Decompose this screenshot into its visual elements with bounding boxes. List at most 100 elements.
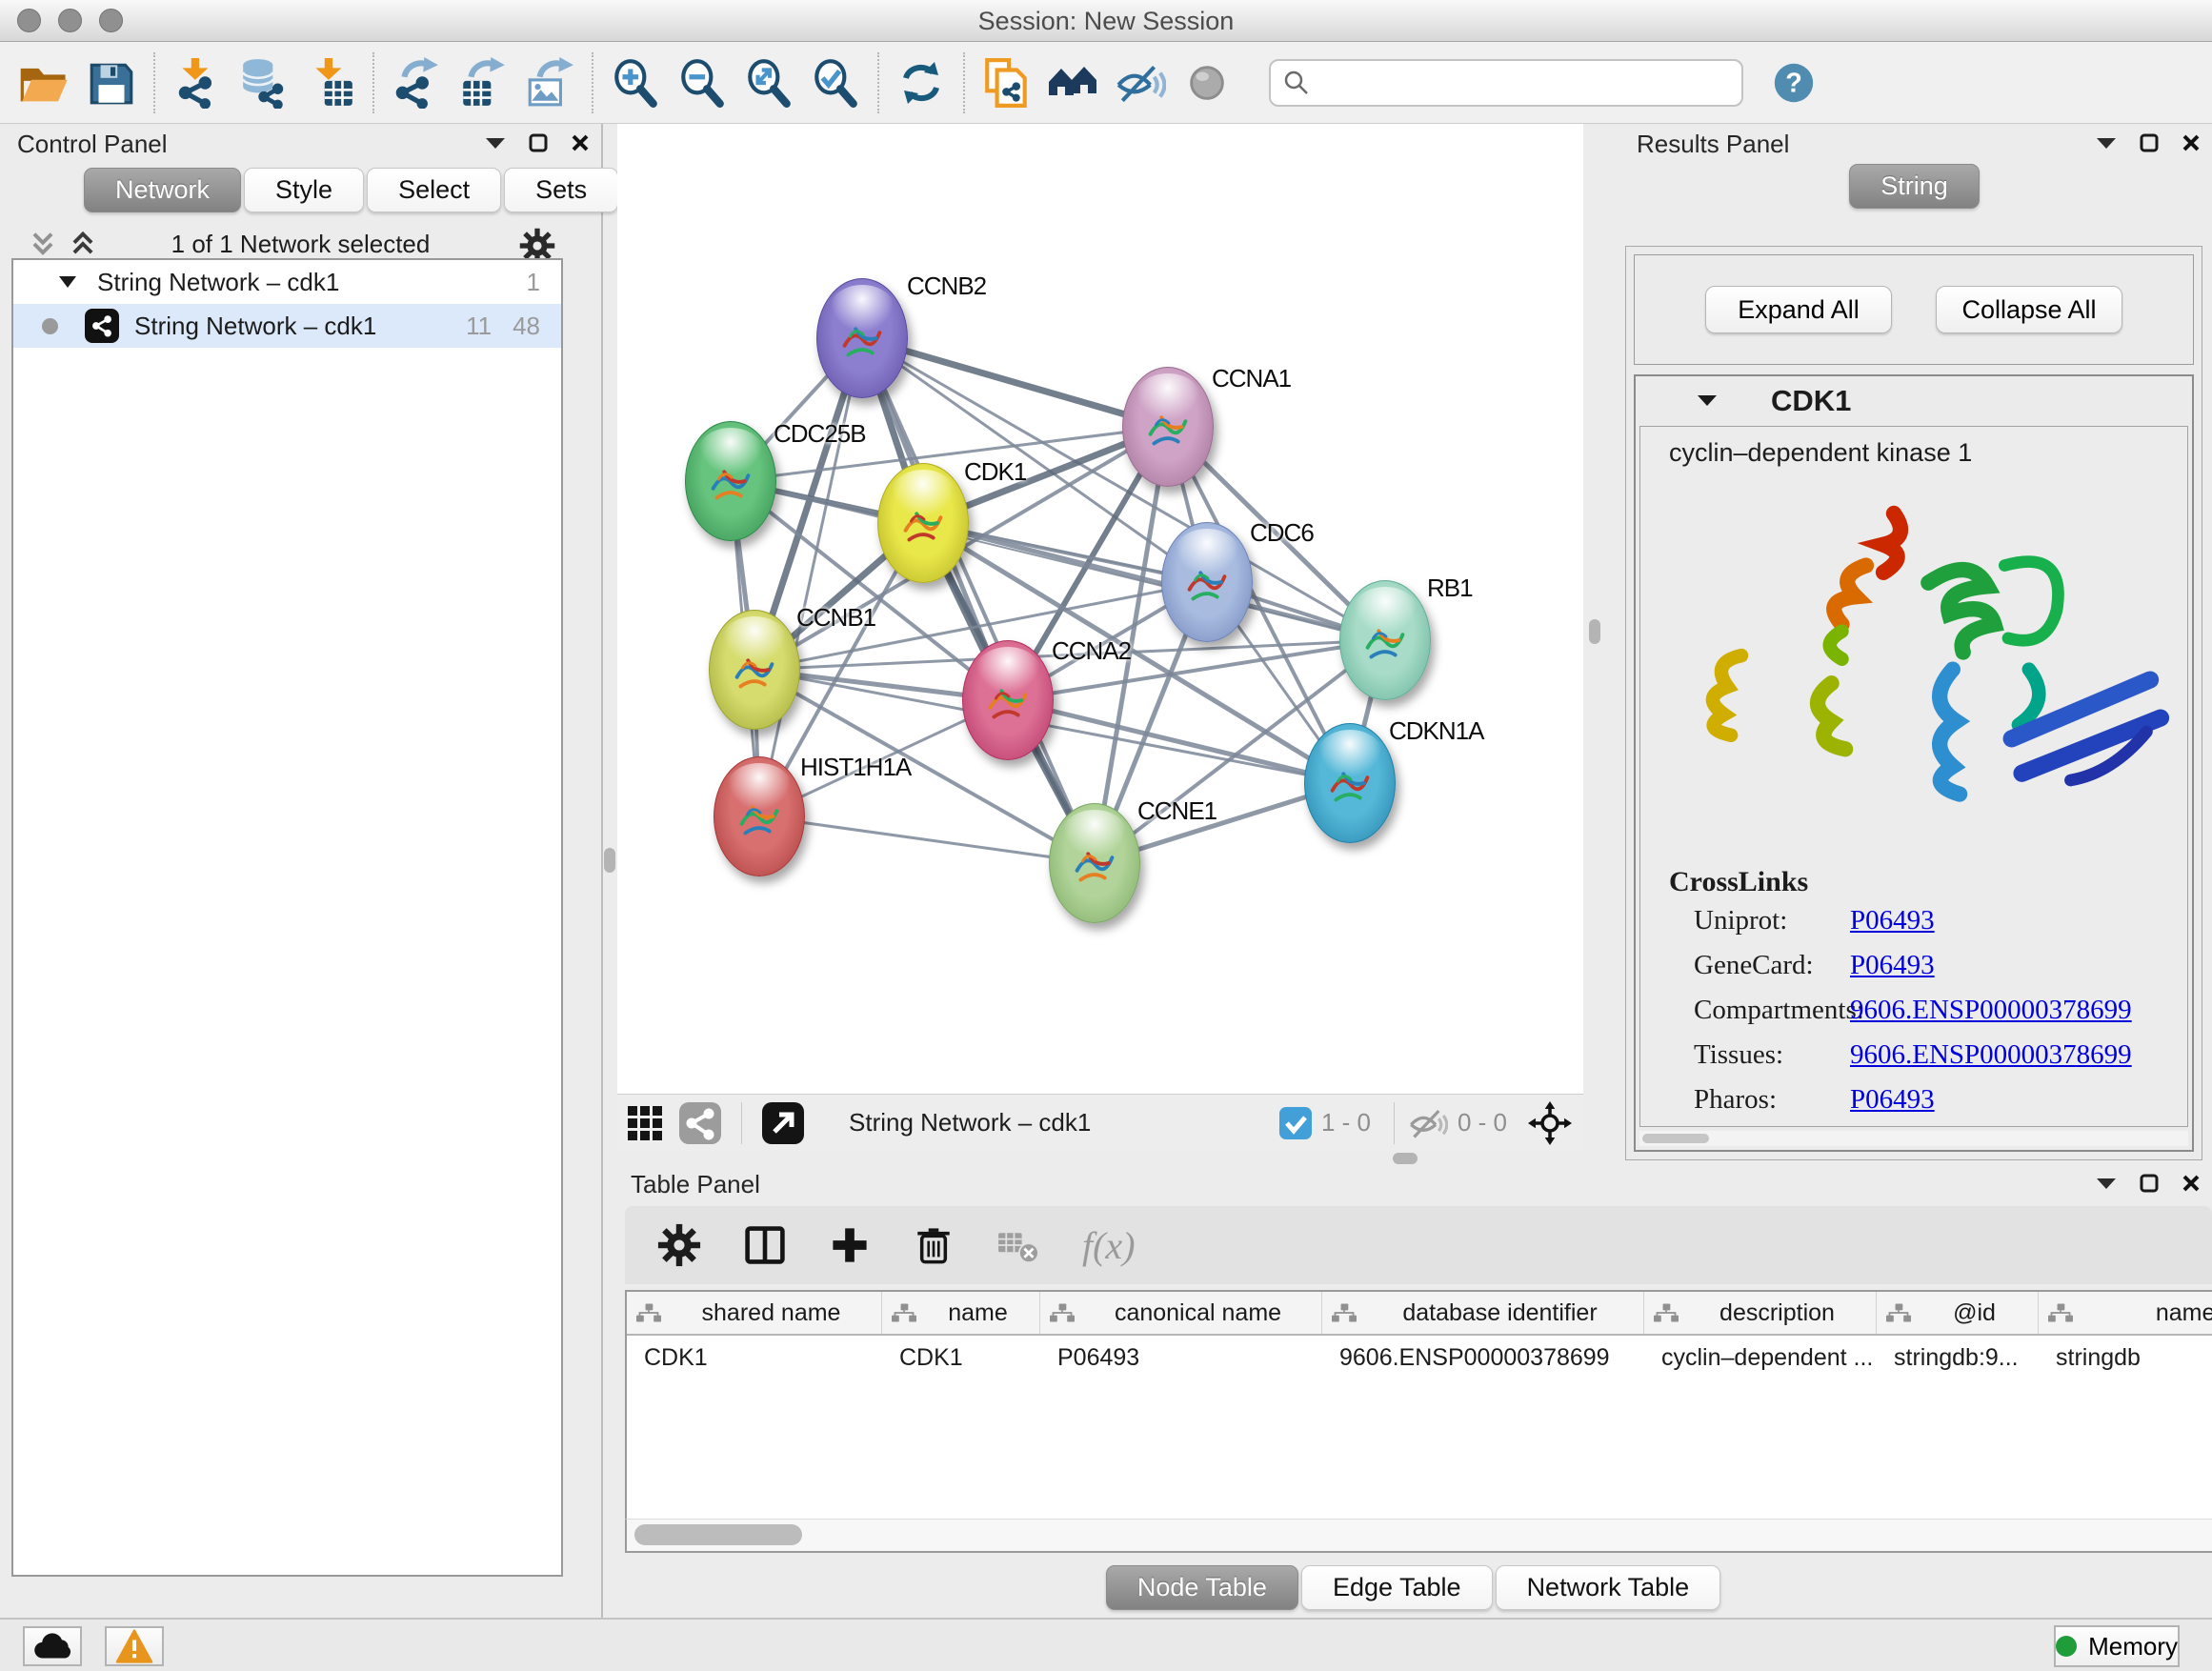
tab-network-table[interactable]: Network Table bbox=[1496, 1565, 1721, 1610]
cloud-status-button[interactable] bbox=[23, 1626, 82, 1666]
network-node-cdk1[interactable] bbox=[877, 463, 969, 583]
crosslink-link[interactable]: 9606.ENSP00000378699 bbox=[1850, 1039, 2132, 1071]
close-panel-icon[interactable] bbox=[2182, 133, 2201, 152]
detach-view-button[interactable] bbox=[755, 1089, 811, 1158]
float-panel-icon[interactable] bbox=[529, 133, 548, 152]
export-network-button[interactable] bbox=[383, 49, 450, 117]
save-session-button[interactable] bbox=[78, 49, 145, 117]
network-node-ccne1[interactable] bbox=[1049, 803, 1140, 923]
zoom-fit-button[interactable] bbox=[735, 49, 802, 117]
search-input[interactable] bbox=[1311, 69, 1730, 96]
expand-all-button[interactable]: Expand All bbox=[1705, 286, 1892, 333]
network-view-share-button[interactable] bbox=[673, 1089, 728, 1158]
zoom-in-button[interactable] bbox=[602, 49, 669, 117]
collapse-all-button[interactable]: Collapse All bbox=[1936, 286, 2122, 333]
network-node-cdc6[interactable] bbox=[1161, 522, 1253, 642]
show-all-button[interactable] bbox=[1174, 49, 1240, 117]
crosslink-link[interactable]: 9606.ENSP00000378699 bbox=[1850, 995, 2132, 1026]
network-edge[interactable] bbox=[759, 816, 1095, 863]
function-builder-button[interactable]: f(x) bbox=[1082, 1223, 1136, 1268]
selected-checkbox-icon[interactable] bbox=[1279, 1107, 1312, 1139]
column-header-namespace[interactable]: namespace bbox=[2039, 1292, 2212, 1334]
hide-selected-button[interactable] bbox=[1107, 49, 1174, 117]
float-panel-icon[interactable] bbox=[2140, 133, 2159, 152]
network-canvas[interactable]: CCNB2CCNA1CDC25BCDK1CDC6RB1CCNB1CCNA2CDK… bbox=[617, 124, 1583, 1094]
zoom-selected-button[interactable] bbox=[802, 49, 869, 117]
crosslink-link[interactable]: P06493 bbox=[1850, 950, 1935, 981]
table-cell[interactable]: CDK1 bbox=[627, 1336, 882, 1379]
column-header-shared-name[interactable]: shared name bbox=[627, 1292, 882, 1334]
table-cell[interactable]: 9606.ENSP00000378699 bbox=[1322, 1336, 1644, 1379]
help-button[interactable]: ? bbox=[1770, 59, 1818, 107]
table-cell[interactable]: P06493 bbox=[1040, 1336, 1322, 1379]
import-network-database-button[interactable] bbox=[231, 49, 297, 117]
network-row[interactable]: String Network – cdk1 11 48 bbox=[13, 304, 561, 348]
table-horizontal-scrollbar[interactable] bbox=[625, 1519, 2212, 1553]
panel-menu-icon[interactable] bbox=[2096, 1177, 2117, 1190]
export-image-button[interactable] bbox=[516, 49, 583, 117]
network-edge[interactable] bbox=[862, 338, 1095, 863]
panel-menu-icon[interactable] bbox=[2096, 136, 2117, 150]
birdseye-grid-button[interactable] bbox=[617, 1089, 673, 1158]
network-node-hist1h1a[interactable] bbox=[714, 756, 805, 876]
crosslink-link[interactable]: P06493 bbox=[1850, 1084, 1935, 1116]
network-node-rb1[interactable] bbox=[1339, 580, 1431, 700]
column-header-canonical-name[interactable]: canonical name bbox=[1040, 1292, 1322, 1334]
network-collection-row[interactable]: String Network – cdk1 1 bbox=[13, 260, 561, 304]
column-header-name[interactable]: name bbox=[882, 1292, 1040, 1334]
crosslink-link[interactable]: P06493 bbox=[1850, 905, 1935, 936]
splitter-handle[interactable] bbox=[1589, 619, 1600, 644]
zoom-out-button[interactable] bbox=[669, 49, 735, 117]
network-node-ccna1[interactable] bbox=[1122, 367, 1214, 487]
protein-collapse-icon[interactable] bbox=[1697, 393, 1718, 407]
splitter-handle[interactable] bbox=[1393, 1153, 1418, 1164]
show-columns-icon[interactable] bbox=[743, 1223, 787, 1267]
export-table-button[interactable] bbox=[450, 49, 516, 117]
splitter-handle[interactable] bbox=[604, 848, 615, 873]
import-table-button[interactable] bbox=[297, 49, 364, 117]
import-network-file-button[interactable] bbox=[164, 49, 231, 117]
table-settings-gear-icon[interactable] bbox=[657, 1223, 701, 1267]
tab-string[interactable]: String bbox=[1849, 164, 1980, 209]
network-node-ccnb2[interactable] bbox=[816, 278, 908, 398]
tab-sets[interactable]: Sets bbox=[504, 168, 618, 212]
tab-node-table[interactable]: Node Table bbox=[1106, 1565, 1298, 1610]
network-edge[interactable] bbox=[759, 338, 862, 816]
table-cell[interactable]: cyclin–dependent ... bbox=[1644, 1336, 1877, 1379]
network-node-cdc25b[interactable] bbox=[685, 421, 776, 541]
column-header-description[interactable]: description bbox=[1644, 1292, 1877, 1334]
results-scrollbar[interactable] bbox=[1639, 1131, 2188, 1146]
panel-menu-icon[interactable] bbox=[485, 136, 506, 150]
table-scrollbar-thumb[interactable] bbox=[634, 1524, 802, 1545]
table-cell[interactable]: stringdb:9... bbox=[1877, 1336, 2039, 1379]
tab-edge-table[interactable]: Edge Table bbox=[1301, 1565, 1493, 1610]
results-scrollbar-thumb[interactable] bbox=[1642, 1134, 1709, 1143]
first-neighbors-button[interactable] bbox=[974, 49, 1040, 117]
warnings-button[interactable] bbox=[105, 1626, 164, 1666]
delete-table-icon[interactable] bbox=[996, 1226, 1040, 1264]
collection-expand-icon[interactable] bbox=[59, 276, 76, 288]
network-node-ccna2[interactable] bbox=[962, 640, 1054, 760]
close-panel-icon[interactable] bbox=[2182, 1174, 2201, 1193]
column-header-database-identifier[interactable]: database identifier bbox=[1322, 1292, 1644, 1334]
tab-select[interactable]: Select bbox=[367, 168, 501, 212]
column-header--id[interactable]: @id bbox=[1877, 1292, 2039, 1334]
network-edge[interactable] bbox=[862, 338, 1168, 427]
network-node-cdkn1a[interactable] bbox=[1304, 723, 1396, 843]
network-node-ccnb1[interactable] bbox=[709, 610, 800, 730]
table-cell[interactable]: stringdb bbox=[2039, 1336, 2212, 1379]
hidden-eye-icon[interactable] bbox=[1408, 1103, 1448, 1143]
tab-style[interactable]: Style bbox=[244, 168, 364, 212]
delete-column-icon[interactable] bbox=[913, 1224, 955, 1266]
open-session-button[interactable] bbox=[11, 49, 78, 117]
overview-button[interactable] bbox=[1040, 49, 1107, 117]
add-column-icon[interactable] bbox=[829, 1224, 871, 1266]
close-panel-icon[interactable] bbox=[571, 133, 590, 152]
apply-layout-button[interactable] bbox=[888, 49, 955, 117]
tab-network[interactable]: Network bbox=[84, 168, 241, 212]
table-cell[interactable]: CDK1 bbox=[882, 1336, 1040, 1379]
float-panel-icon[interactable] bbox=[2140, 1174, 2159, 1193]
protein-card-header[interactable]: CDK1 bbox=[1636, 376, 2192, 424]
memory-button[interactable]: Memory bbox=[2054, 1625, 2180, 1667]
pan-mode-button[interactable] bbox=[1517, 1089, 1583, 1158]
